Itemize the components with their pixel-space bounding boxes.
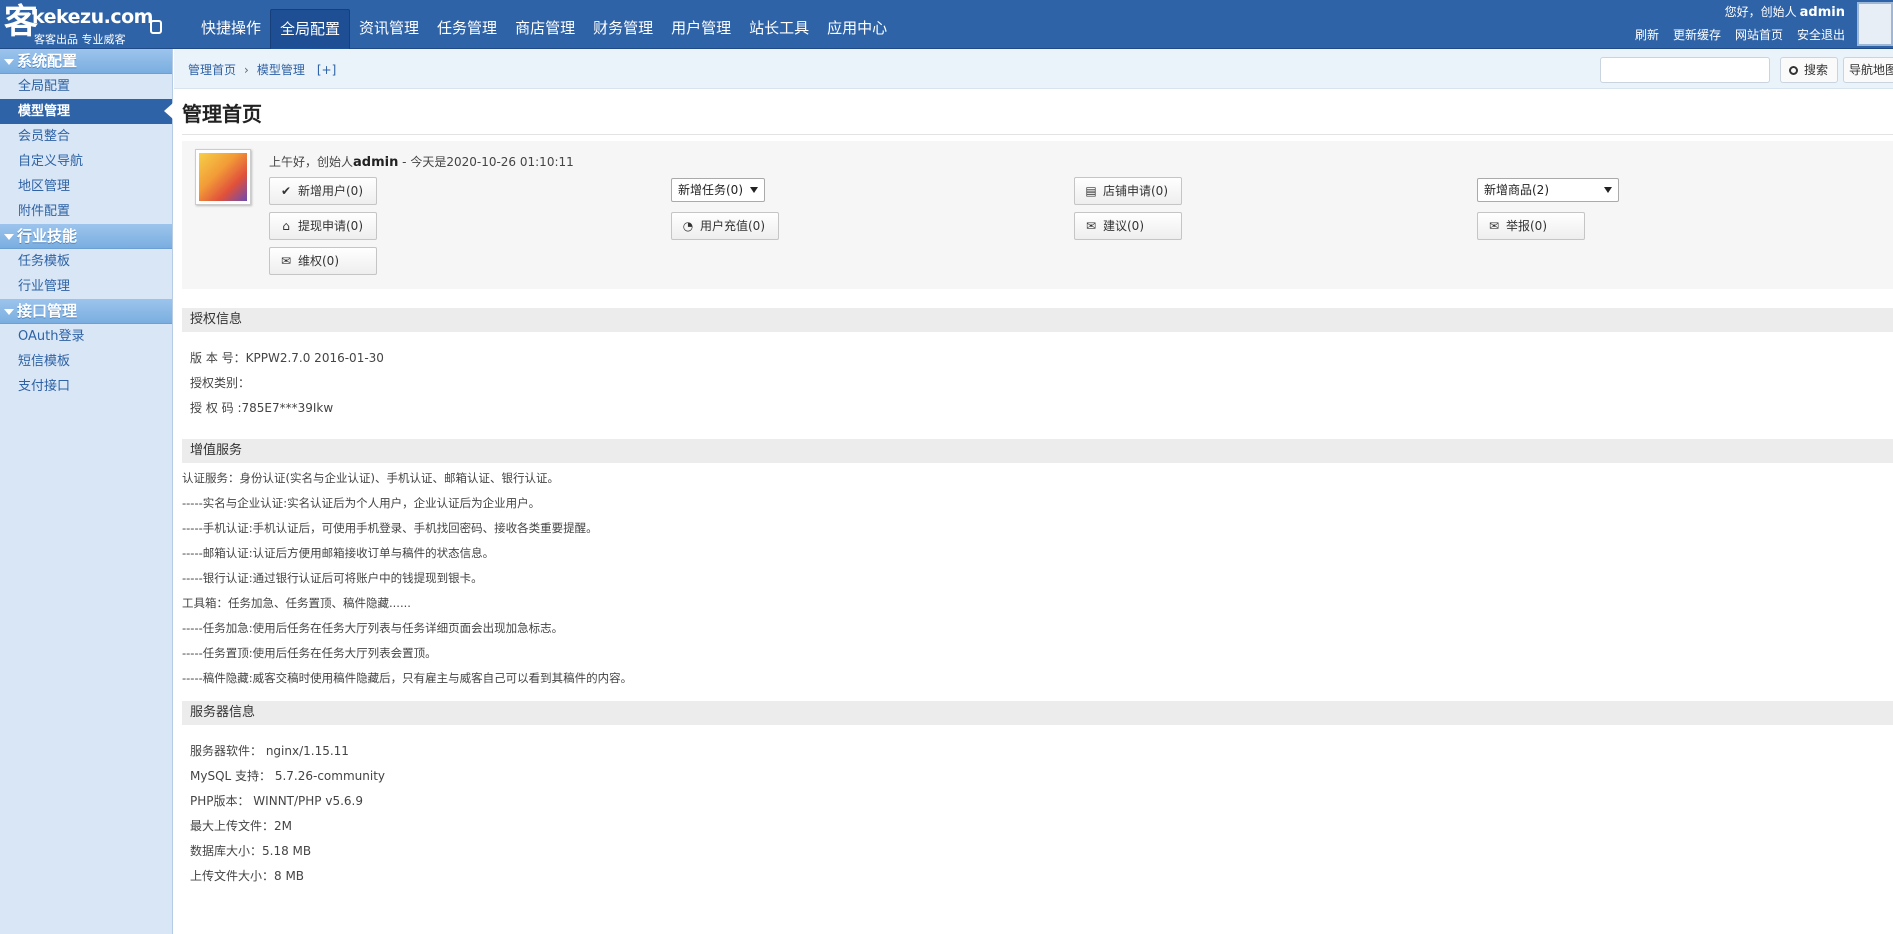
services-line: -----邮箱认证:认证后方便用邮箱接收订单与稿件的状态信息。 [182,546,495,560]
avatar-image [199,153,247,201]
services-line: 工具箱：任务加急、任务置顶、稿件隐藏...... [182,596,411,610]
envelope-icon: ✉ [1488,219,1500,233]
document-icon: ▤ [1085,184,1097,198]
services-line: -----银行认证:通过银行认证后可将账户中的钱提现到银卡。 [182,571,483,585]
sidebar-item-oauth-login[interactable]: OAuth登录 [0,324,172,349]
rss-icon: ◔ [682,219,694,233]
sidebar-item-sms-templates[interactable]: 短信模板 [0,349,172,374]
sidebar-item-member-integration[interactable]: 会员整合 [0,124,172,149]
services-line: -----任务加急:使用后任务在任务大厅列表与任务详细页面会出现加急标志。 [182,621,564,635]
welcome-text: 上午好，创始人admin - 今天是2020-10-26 01:10:11 [269,155,574,170]
sidebar-item-model-management[interactable]: 模型管理 [0,99,173,124]
breadcrumb: 管理首页 › 模型管理 [+] [188,61,336,78]
user-name: admin [1799,5,1845,20]
sidebar-item-global-config[interactable]: 全局配置 [0,74,172,99]
update-cache-link[interactable]: 更新缓存 [1673,26,1721,43]
services-section-title: 增值服务 [182,439,1893,463]
nav-webmaster-tools[interactable]: 站长工具 [740,9,818,49]
nav-global-config[interactable]: 全局配置 [270,9,351,49]
breadcrumb-separator: › [244,63,249,77]
nav-users[interactable]: 用户管理 [662,9,740,49]
nav-tasks[interactable]: 任务管理 [428,9,506,49]
new-task-select[interactable]: 新增任务(0) [671,178,765,202]
services-line: -----稿件隐藏:威客交稿时使用稿件隐藏后，只有雇主与威客自己可以看到其稿件的… [182,671,633,685]
rights-protection-button[interactable]: ✉ 维权(0) [269,247,377,275]
main-nav: 快捷操作 全局配置 资讯管理 任务管理 商店管理 财务管理 用户管理 站长工具 … [192,9,896,49]
services-line: -----任务置顶:使用后任务在任务大厅列表会置顶。 [182,646,437,660]
nav-news[interactable]: 资讯管理 [350,9,428,49]
user-avatar [195,149,251,205]
sidebar-item-custom-nav[interactable]: 自定义导航 [0,149,172,174]
sidebar-group-interface-management[interactable]: 接口管理 [0,299,172,324]
nav-shop[interactable]: 商店管理 [506,9,584,49]
top-bar: 客 kekezu.com 客客出品 专业威客 快捷操作 全局配置 资讯管理 任务… [0,0,1893,49]
user-recharge-button[interactable]: ◔ 用户充值(0) [671,212,779,240]
logout-link[interactable]: 安全退出 [1797,26,1845,43]
breadcrumb-current[interactable]: 模型管理 [257,63,305,77]
nav-app-center[interactable]: 应用中心 [818,9,896,49]
chevron-down-icon [750,187,758,193]
server-php: PHP版本： WINNT/PHP v5.6.9 [190,794,363,808]
search-button[interactable]: 搜索 [1780,57,1838,83]
breadcrumb-add-link[interactable]: [+] [317,63,336,77]
envelope-icon: ✉ [1085,219,1097,233]
logo-subtitle: 客客出品 专业威客 [34,33,126,46]
triangle-down-icon [4,58,14,65]
services-line: -----手机认证:手机认证后，可使用手机登录、手机找回密码、接收各类重要提醒。 [182,521,598,535]
license-type: 授权类别： [190,376,251,390]
sidebar-item-task-templates[interactable]: 任务模板 [0,249,172,274]
divider [182,134,1893,135]
report-button[interactable]: ✉ 举报(0) [1477,212,1585,240]
check-icon: ✔ [280,184,292,198]
sidebar-item-industry-management[interactable]: 行业管理 [0,274,172,299]
logo-text: kekezu.com [32,6,153,28]
user-box: 您好，创始人 admin 刷新 更新缓存 网站首页 安全退出 [1635,4,1845,43]
sidebar-item-payment-interface[interactable]: 支付接口 [0,374,172,399]
logo-glyph: 客 [4,2,38,42]
home-icon: ⌂ [282,219,290,233]
new-goods-select[interactable]: 新增商品(2) [1477,178,1619,202]
search-input[interactable] [1600,57,1770,83]
shop-apply-button[interactable]: ▤ 店铺申请(0) [1074,177,1182,205]
sidebar-item-region-management[interactable]: 地区管理 [0,174,172,199]
services-line: -----实名与企业认证:实名认证后为个人用户，企业认证后为企业用户。 [182,496,541,510]
avatar[interactable] [1857,2,1893,46]
server-db-size: 数据库大小：5.18 MB [190,844,312,858]
welcome-panel: 上午好，创始人admin - 今天是2020-10-26 01:10:11 ✔ 新… [182,141,1893,289]
sidebar-group-industry-skills[interactable]: 行业技能 [0,224,172,249]
triangle-down-icon [4,308,14,315]
welcome-user-name: admin [353,155,399,170]
server-upload-size: 上传文件大小：8 MB [190,869,305,883]
license-code: 授 权 码 :785E7***39Ikw [190,401,334,415]
withdraw-apply-button[interactable]: ⌂ 提现申请(0) [269,212,377,240]
server-max-upload: 最大上传文件：2M [190,819,292,833]
license-section-title: 授权信息 [182,308,1893,332]
triangle-down-icon [4,233,14,240]
breadcrumb-bar: 管理首页 › 模型管理 [+] 搜索 导航地图 [174,49,1893,89]
search-icon [1789,66,1798,75]
new-user-button[interactable]: ✔ 新增用户(0) [269,177,377,205]
server-mysql: MySQL 支持： 5.7.26-community [190,769,386,783]
nav-quick-ops[interactable]: 快捷操作 [192,9,270,49]
chevron-down-icon [1604,187,1612,193]
site-logo[interactable]: 客 kekezu.com 客客出品 专业威客 [0,0,172,49]
nav-finance[interactable]: 财务管理 [584,9,662,49]
refresh-link[interactable]: 刷新 [1635,26,1659,43]
page-title: 管理首页 [182,102,262,126]
sidebar-group-system-config[interactable]: 系统配置 [0,49,172,74]
main-content: 管理首页 › 模型管理 [+] 搜索 导航地图 管理首页 上午好，创始人admin -… [174,49,1893,934]
license-version: 版 本 号：KPPW2.7.0 2016-01-30 [190,351,384,365]
user-greeting: 您好，创始人 admin [1724,5,1845,20]
server-software: 服务器软件： nginx/1.15.11 [190,744,349,758]
services-line: 认证服务：身份认证(实名与企业认证)、手机认证、邮箱认证、银行认证。 [182,471,559,485]
lock-icon [150,20,162,34]
suggestion-button[interactable]: ✉ 建议(0) [1074,212,1182,240]
sitemap-button[interactable]: 导航地图 [1843,57,1893,83]
sidebar-item-attachment-config[interactable]: 附件配置 [0,199,172,224]
server-section-title: 服务器信息 [182,701,1893,725]
envelope-icon: ✉ [280,254,292,268]
site-home-link[interactable]: 网站首页 [1735,26,1783,43]
breadcrumb-home-link[interactable]: 管理首页 [188,63,236,77]
sidebar: 系统配置 全局配置 模型管理 会员整合 自定义导航 地区管理 附件配置 行业技能… [0,49,173,934]
